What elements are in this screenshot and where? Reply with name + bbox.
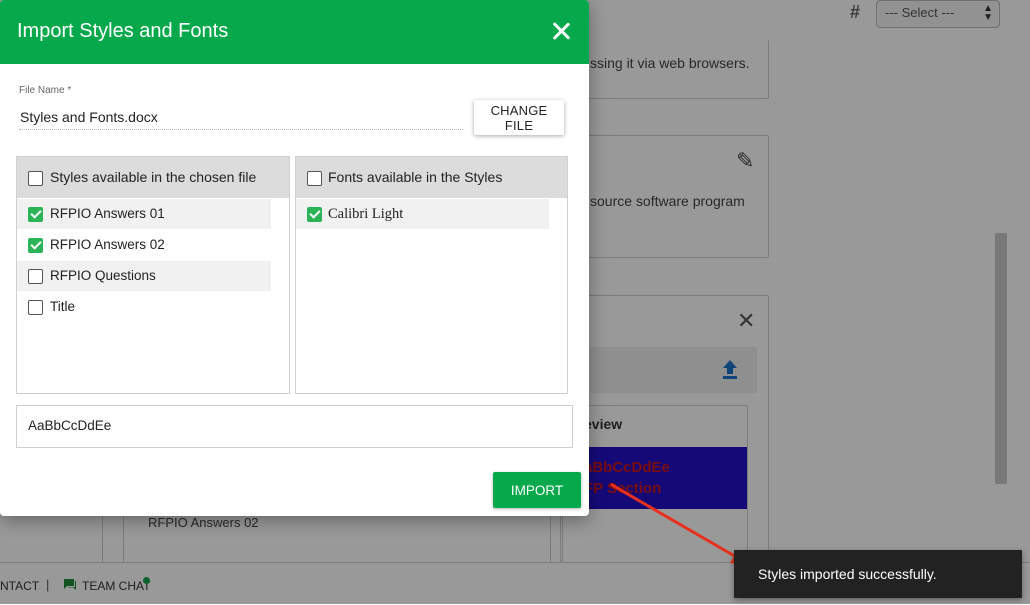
annotation-arrow — [610, 483, 752, 566]
success-toast: Styles imported successfully. — [734, 550, 1022, 598]
toast-message: Styles imported successfully. — [758, 566, 937, 582]
